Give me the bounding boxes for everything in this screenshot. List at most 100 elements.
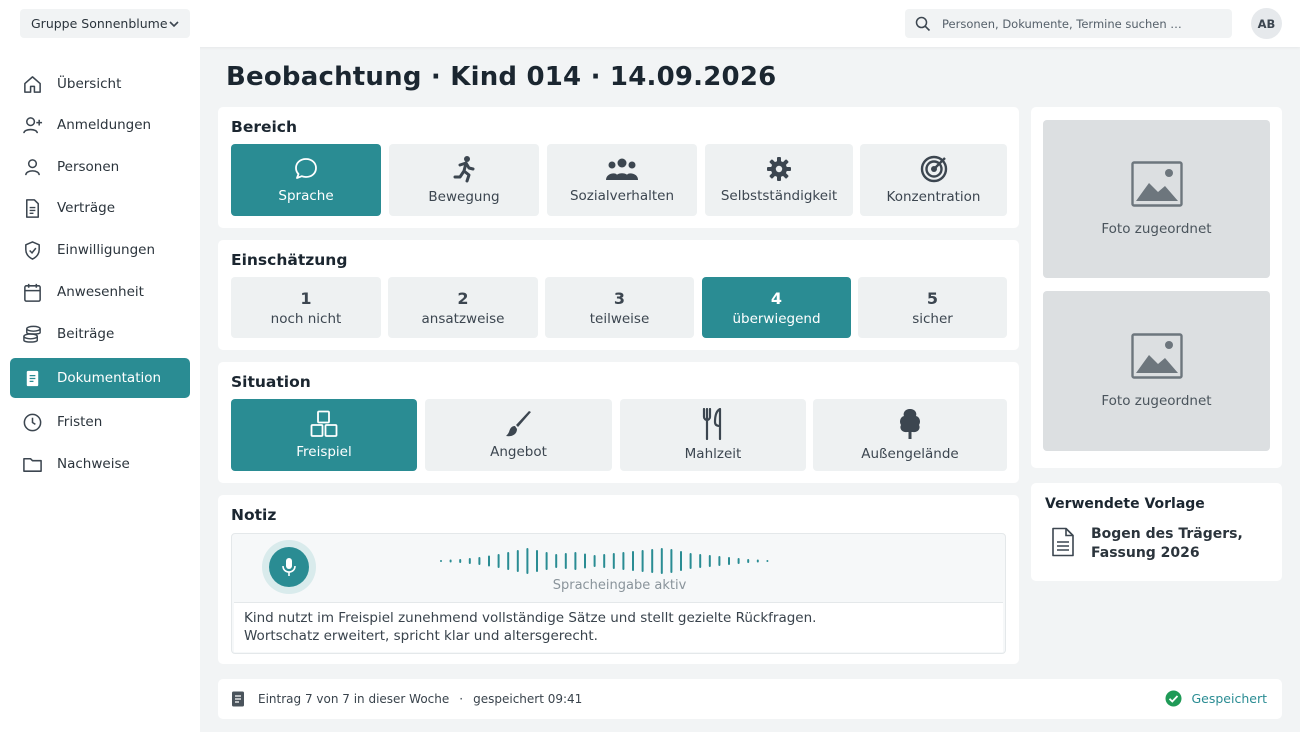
home-icon: [24, 75, 41, 93]
group-icon: [606, 158, 638, 180]
situation-title: Situation: [231, 373, 311, 391]
rating-value: 3: [613, 288, 626, 308]
bereich-option-label: Selbstständigkeit: [720, 188, 838, 204]
situation-card: Situation Freispiel Angebot Mahlzeit Auß…: [218, 362, 1019, 483]
sidebar-item-label: Verträge: [57, 200, 116, 216]
situation-option-freispiel[interactable]: Freispiel: [231, 399, 417, 471]
rating-label: sicher: [912, 310, 953, 327]
photo-thumbnail[interactable]: Foto zugeordnet: [1043, 120, 1270, 278]
situation-option-angebot[interactable]: Angebot: [425, 399, 612, 471]
vorlage-name-line: Fassung 2026: [1091, 545, 1200, 561]
situation-option-label: Außengelände: [861, 446, 959, 462]
rating-option-1[interactable]: 1 noch nicht: [231, 277, 381, 338]
photos-card: Foto zugeordnet Foto zugeordnet: [1031, 107, 1282, 468]
chevron-down-icon: [169, 20, 179, 27]
rating-value: 1: [300, 288, 312, 308]
sidebar-item-label: Dokumentation: [57, 370, 162, 386]
gear-icon: [767, 157, 791, 181]
photo-thumbnail[interactable]: Foto zugeordnet: [1043, 291, 1270, 451]
coins-icon: [23, 325, 41, 343]
sidebar-item-label: Personen: [57, 159, 120, 175]
sidebar-item-fristen[interactable]: Fristen: [10, 403, 190, 441]
bereich-title: Bereich: [231, 118, 298, 136]
bereich-option-label: Bewegung: [428, 189, 500, 205]
sidebar-item-anmeldungen[interactable]: Anmeldungen: [10, 106, 190, 144]
photo-label: Foto zugeordnet: [1101, 393, 1212, 409]
user-plus-icon: [23, 116, 43, 133]
search-placeholder: Personen, Dokumente, Termine suchen …: [942, 16, 1182, 31]
notes-icon: [26, 370, 39, 386]
sidebar-item-personen[interactable]: Personen: [10, 148, 190, 186]
group-select[interactable]: Gruppe Sonnenblume: [20, 9, 190, 38]
status-bar: Eintrag 7 von 7 in dieser Woche · gespei…: [218, 679, 1282, 719]
sidebar-item-label: Fristen: [57, 414, 103, 430]
sidebar-item-dokumentation[interactable]: Dokumentation: [10, 358, 190, 398]
sidebar-item-anwesenheit[interactable]: Anwesenheit: [10, 273, 190, 311]
clock-icon: [23, 413, 42, 431]
running-icon: [453, 156, 475, 183]
bereich-option-selbststaendigkeit[interactable]: Selbstständigkeit: [705, 144, 853, 216]
image-icon: [1130, 161, 1183, 207]
brush-icon: [505, 411, 531, 437]
rating-option-5[interactable]: 5 sicher: [858, 277, 1007, 338]
status-separator: ·: [459, 692, 464, 706]
situation-option-label: Angebot: [490, 444, 547, 460]
rating-label: überwiegend: [732, 310, 821, 327]
bereich-option-bewegung[interactable]: Bewegung: [389, 144, 539, 216]
sidebar-item-uebersicht[interactable]: Übersicht: [10, 65, 190, 103]
bereich-card: Bereich Sprache Bewegung Sozialverhalten…: [218, 107, 1019, 228]
sidebar: Übersicht Anmeldungen Personen Verträge …: [0, 47, 200, 732]
einschaetzung-title: Einschätzung: [231, 251, 348, 269]
bereich-option-konzentration[interactable]: Konzentration: [860, 144, 1007, 216]
entry-count: Eintrag 7 von 7 in dieser Woche: [258, 692, 450, 706]
notes-icon: [232, 691, 244, 707]
bereich-option-label: Sprache: [278, 188, 334, 204]
rating-value: 4: [770, 288, 783, 308]
vorlage-name-line: Bogen des Trägers,: [1091, 526, 1243, 542]
note-textarea[interactable]: Kind nutzt im Freispiel zunehmend vollst…: [234, 602, 1003, 652]
note-line: Wortschatz erweitert, spricht klar und a…: [244, 628, 598, 644]
person-icon: [25, 158, 40, 175]
blocks-icon: [310, 410, 338, 437]
image-icon: [1130, 333, 1183, 379]
target-icon: [920, 155, 947, 183]
vorlage-name[interactable]: Bogen des Trägers, Fassung 2026: [1091, 525, 1243, 563]
speech-bubble-icon: [295, 158, 317, 179]
vorlage-card: Verwendete Vorlage Bogen des Trägers, Fa…: [1031, 483, 1282, 581]
calendar-icon: [24, 283, 41, 302]
sidebar-item-label: Übersicht: [57, 76, 122, 92]
microphone-icon: [282, 558, 296, 576]
situation-option-mahlzeit[interactable]: Mahlzeit: [620, 399, 806, 471]
sidebar-item-vertraege[interactable]: Verträge: [10, 189, 190, 227]
rating-option-4[interactable]: 4 überwiegend: [702, 277, 851, 338]
photo-label: Foto zugeordnet: [1101, 221, 1212, 237]
search-input[interactable]: Personen, Dokumente, Termine suchen …: [905, 9, 1232, 38]
notiz-title: Notiz: [231, 506, 277, 524]
bereich-option-sprache[interactable]: Sprache: [231, 144, 381, 216]
rating-option-3[interactable]: 3 teilweise: [545, 277, 694, 338]
bereich-option-sozialverhalten[interactable]: Sozialverhalten: [547, 144, 697, 216]
rating-label: teilweise: [589, 310, 650, 327]
saved-time: gespeichert 09:41: [473, 692, 583, 706]
avatar[interactable]: AB: [1251, 8, 1282, 39]
sidebar-item-beitraege[interactable]: Beiträge: [10, 315, 190, 353]
voice-status: Spracheingabe aktiv: [552, 578, 687, 593]
sidebar-item-einwilligungen[interactable]: Einwilligungen: [10, 231, 190, 269]
tree-icon: [900, 409, 920, 439]
situation-option-aussengelaende[interactable]: Außengelände: [813, 399, 1007, 471]
shield-check-icon: [25, 240, 40, 260]
saved-label: Gespeichert: [1191, 691, 1267, 706]
rating-option-2[interactable]: 2 ansatzweise: [388, 277, 538, 338]
voice-input-area: Spracheingabe aktiv Kind nutzt im Freisp…: [231, 533, 1006, 654]
sidebar-item-label: Einwilligungen: [57, 242, 155, 258]
saved-status: Gespeichert: [1165, 690, 1267, 707]
sidebar-item-label: Anmeldungen: [57, 117, 152, 133]
rating-label: ansatzweise: [421, 310, 505, 327]
search-icon: [915, 16, 931, 31]
sidebar-item-label: Nachweise: [57, 456, 130, 472]
rating-value: 2: [457, 288, 469, 308]
sidebar-item-nachweise[interactable]: Nachweise: [10, 445, 190, 483]
folder-icon: [23, 457, 42, 472]
audio-waveform-icon: [440, 548, 769, 574]
document-icon: [1052, 527, 1074, 557]
